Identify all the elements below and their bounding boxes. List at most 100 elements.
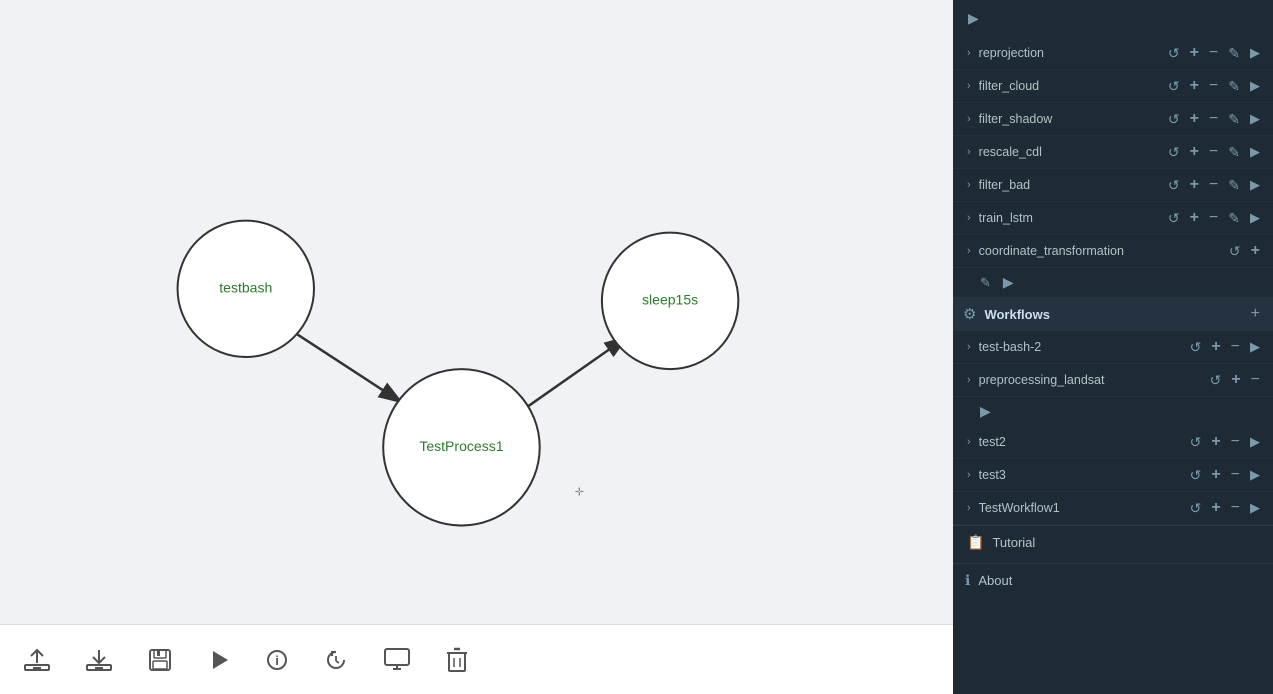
play-btn-wf-test-bash-2[interactable]: ▶ bbox=[1247, 337, 1263, 357]
history-btn-swf-TestWorkflow1[interactable]: ↺ bbox=[1187, 498, 1205, 519]
info-button[interactable]: i bbox=[262, 645, 292, 675]
plus-btn-filter_shadow[interactable]: + bbox=[1187, 108, 1202, 130]
plus-btn-swf-test3[interactable]: + bbox=[1208, 464, 1223, 486]
tutorial-label: Tutorial bbox=[992, 535, 1035, 550]
sidebar-item-filter_cloud: ›filter_cloud↺+−✎▶ bbox=[953, 70, 1273, 103]
minus-btn-swf-TestWorkflow1[interactable]: − bbox=[1228, 497, 1243, 519]
plus-btn-reprojection[interactable]: + bbox=[1187, 42, 1202, 64]
tutorial-section[interactable]: 📋 Tutorial bbox=[953, 525, 1273, 559]
monitor-button[interactable] bbox=[380, 644, 414, 676]
coord-play-button[interactable]: ▶ bbox=[1000, 272, 1017, 293]
history-button[interactable] bbox=[320, 644, 352, 676]
edit-btn-rescale_cdl[interactable]: ✎ bbox=[1225, 142, 1243, 163]
sidebar-item-swf-TestWorkflow1: › TestWorkflow1 ↺+−▶ bbox=[953, 492, 1273, 525]
process-name-filter_shadow: filter_shadow bbox=[979, 112, 1161, 126]
node-testbash-label: testbash bbox=[219, 280, 272, 296]
edit-btn-filter_shadow[interactable]: ✎ bbox=[1225, 109, 1243, 130]
chevron-icon[interactable]: › bbox=[967, 374, 971, 386]
minus-btn-filter_cloud[interactable]: − bbox=[1206, 75, 1221, 97]
play-btn-rescale_cdl[interactable]: ▶ bbox=[1247, 142, 1263, 162]
node-sleep15s-label: sleep15s bbox=[642, 292, 698, 308]
download-button[interactable] bbox=[82, 643, 116, 677]
play-btn-swf-TestWorkflow1[interactable]: ▶ bbox=[1247, 498, 1263, 518]
history-btn-wf-preprocessing_landsat[interactable]: ↺ bbox=[1207, 370, 1225, 391]
plus-btn-coordinate_transformation[interactable]: + bbox=[1248, 240, 1263, 262]
plus-btn-filter_cloud[interactable]: + bbox=[1187, 75, 1202, 97]
chevron-icon[interactable]: › bbox=[967, 146, 971, 158]
minus-btn-reprojection[interactable]: − bbox=[1206, 42, 1221, 64]
wf-name-preprocessing_landsat: preprocessing_landsat bbox=[979, 373, 1203, 387]
process-name-rescale_cdl: rescale_cdl bbox=[979, 145, 1161, 159]
history-btn-filter_shadow[interactable]: ↺ bbox=[1165, 109, 1183, 130]
history-btn-swf-test3[interactable]: ↺ bbox=[1187, 465, 1205, 486]
play-btn-train_lstm[interactable]: ▶ bbox=[1247, 208, 1263, 228]
play-btn-filter_cloud[interactable]: ▶ bbox=[1247, 76, 1263, 96]
swf-name-TestWorkflow1: TestWorkflow1 bbox=[979, 501, 1183, 515]
plus-btn-wf-test-bash-2[interactable]: + bbox=[1208, 336, 1223, 358]
sidebar-item-train_lstm: ›train_lstm↺+−✎▶ bbox=[953, 202, 1273, 235]
edit-btn-filter_bad[interactable]: ✎ bbox=[1225, 175, 1243, 196]
plus-btn-wf-preprocessing_landsat[interactable]: + bbox=[1228, 369, 1243, 391]
minus-btn-rescale_cdl[interactable]: − bbox=[1206, 141, 1221, 163]
history-btn-filter_cloud[interactable]: ↺ bbox=[1165, 76, 1183, 97]
plus-btn-swf-TestWorkflow1[interactable]: + bbox=[1208, 497, 1223, 519]
history-btn-filter_bad[interactable]: ↺ bbox=[1165, 175, 1183, 196]
coord-edit-button[interactable]: ✎ bbox=[977, 273, 994, 293]
chevron-icon[interactable]: › bbox=[967, 113, 971, 125]
chevron-icon[interactable]: › bbox=[967, 212, 971, 224]
plus-btn-filter_bad[interactable]: + bbox=[1187, 174, 1202, 196]
chevron-icon[interactable]: › bbox=[967, 469, 971, 481]
preprocessing-sub-row: ▶ bbox=[953, 397, 1273, 426]
gear-icon: ⚙ bbox=[963, 305, 976, 323]
upload-button[interactable] bbox=[20, 643, 54, 677]
save-button[interactable] bbox=[144, 644, 176, 676]
sidebar-top-play-button[interactable]: ▶ bbox=[965, 8, 982, 29]
plus-btn-train_lstm[interactable]: + bbox=[1187, 207, 1202, 229]
plus-btn-rescale_cdl[interactable]: + bbox=[1187, 141, 1202, 163]
wf-name-test-bash-2: test-bash-2 bbox=[979, 340, 1183, 354]
chevron-icon[interactable]: › bbox=[967, 80, 971, 92]
history-btn-reprojection[interactable]: ↺ bbox=[1165, 43, 1183, 64]
process-name-filter_bad: filter_bad bbox=[979, 178, 1161, 192]
process-name-coordinate_transformation: coordinate_transformation bbox=[979, 244, 1222, 258]
history-btn-wf-test-bash-2[interactable]: ↺ bbox=[1187, 337, 1205, 358]
minus-btn-swf-test3[interactable]: − bbox=[1228, 464, 1243, 486]
history-btn-rescale_cdl[interactable]: ↺ bbox=[1165, 142, 1183, 163]
play-button[interactable] bbox=[204, 645, 234, 675]
minus-btn-filter_bad[interactable]: − bbox=[1206, 174, 1221, 196]
about-section[interactable]: ℹ About bbox=[953, 563, 1273, 597]
minus-btn-filter_shadow[interactable]: − bbox=[1206, 108, 1221, 130]
edge-testprocess1-sleep15s bbox=[520, 337, 627, 412]
chevron-icon[interactable]: › bbox=[967, 47, 971, 59]
edit-btn-train_lstm[interactable]: ✎ bbox=[1225, 208, 1243, 229]
chevron-icon[interactable]: › bbox=[967, 341, 971, 353]
chevron-icon[interactable]: › bbox=[967, 502, 971, 514]
play-btn-swf-test3[interactable]: ▶ bbox=[1247, 465, 1263, 485]
workflows-section-header: ⚙ Workflows + bbox=[953, 297, 1273, 331]
sidebar-item-swf-test3: ›test3↺+−▶ bbox=[953, 459, 1273, 492]
minus-btn-wf-preprocessing_landsat[interactable]: − bbox=[1248, 369, 1263, 391]
play-btn-filter_shadow[interactable]: ▶ bbox=[1247, 109, 1263, 129]
coord-transform-sub-row: ✎ ▶ bbox=[953, 268, 1273, 297]
edit-btn-filter_cloud[interactable]: ✎ bbox=[1225, 76, 1243, 97]
play-btn-reprojection[interactable]: ▶ bbox=[1247, 43, 1263, 63]
play-btn-swf-test2[interactable]: ▶ bbox=[1247, 432, 1263, 452]
delete-button[interactable] bbox=[442, 643, 472, 677]
chevron-icon[interactable]: › bbox=[967, 245, 971, 257]
minus-btn-swf-test2[interactable]: − bbox=[1228, 431, 1243, 453]
minus-btn-wf-test-bash-2[interactable]: − bbox=[1228, 336, 1243, 358]
preprocessing-play-button[interactable]: ▶ bbox=[977, 401, 994, 422]
plus-btn-swf-test2[interactable]: + bbox=[1208, 431, 1223, 453]
workflows-add-button[interactable]: + bbox=[1248, 303, 1263, 325]
edit-btn-reprojection[interactable]: ✎ bbox=[1225, 43, 1243, 64]
play-btn-filter_bad[interactable]: ▶ bbox=[1247, 175, 1263, 195]
minus-btn-train_lstm[interactable]: − bbox=[1206, 207, 1221, 229]
cursor-pos: ✛ bbox=[575, 486, 584, 498]
chevron-icon[interactable]: › bbox=[967, 179, 971, 191]
process-list: ›reprojection↺+−✎▶›filter_cloud↺+−✎▶›fil… bbox=[953, 37, 1273, 268]
sidebar-item-swf-test2: ›test2↺+−▶ bbox=[953, 426, 1273, 459]
chevron-icon[interactable]: › bbox=[967, 436, 971, 448]
history-btn-coordinate_transformation[interactable]: ↺ bbox=[1226, 241, 1244, 262]
history-btn-swf-test2[interactable]: ↺ bbox=[1187, 432, 1205, 453]
history-btn-train_lstm[interactable]: ↺ bbox=[1165, 208, 1183, 229]
